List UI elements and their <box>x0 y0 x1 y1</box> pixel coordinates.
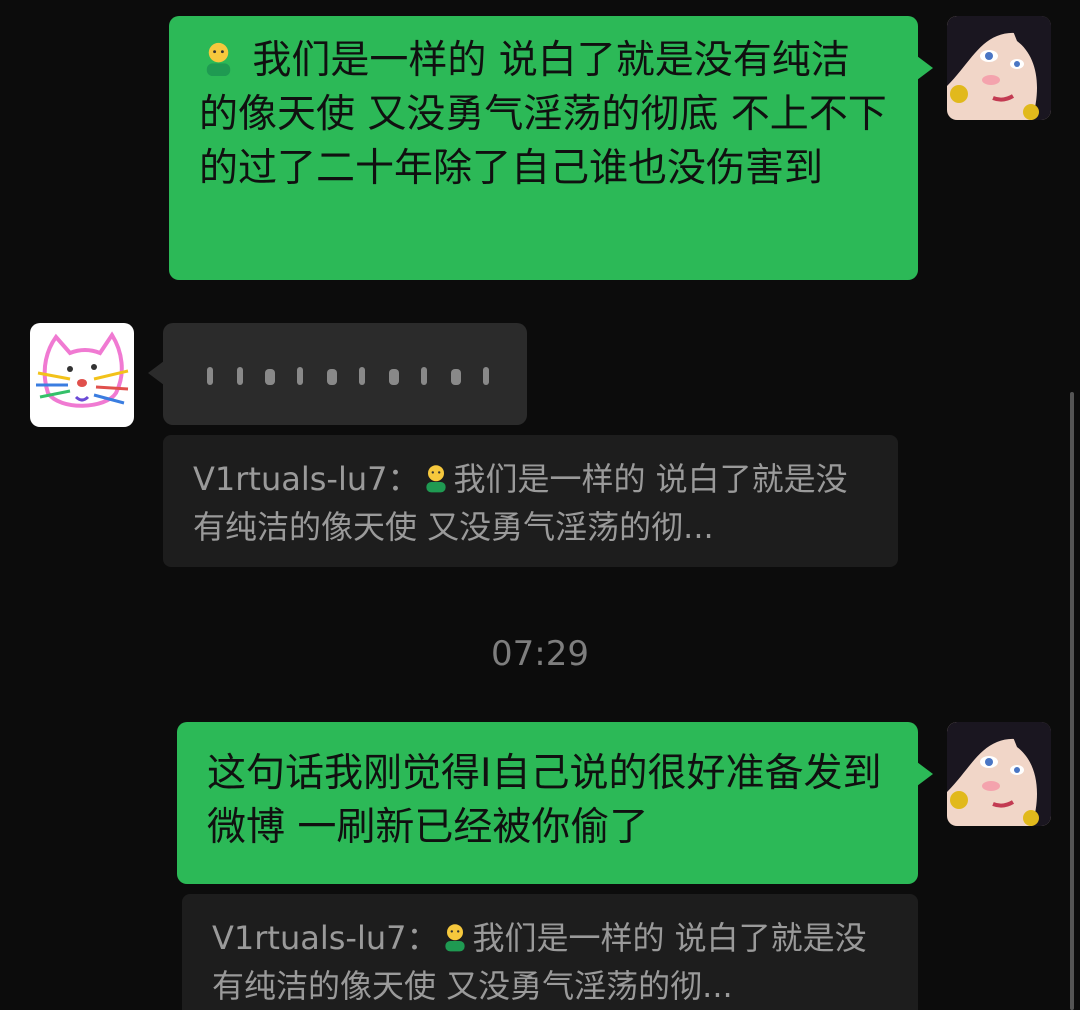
user-avatar[interactable] <box>947 722 1051 826</box>
anime-woman-avatar-icon <box>947 722 1051 826</box>
chat-window: 我们是一样的 说白了就是没有纯洁的像天使 又没勇气淫荡的彻底 不上不下的过了二十… <box>0 0 1080 1010</box>
message-bubble-outgoing[interactable]: 这句话我刚觉得I自己说的很好准备发到微博 一刷新已经被你偷了 <box>177 722 933 884</box>
quote-separator: ： <box>387 460 420 498</box>
quote-sender: V1rtuals-lu7 <box>212 919 407 957</box>
message-text: 我们是一样的 说白了就是没有纯洁的像天使 又没勇气淫荡的彻底 不上不下的过了二十… <box>199 38 887 191</box>
cat-doodle-avatar-icon <box>30 323 134 427</box>
contact-avatar[interactable] <box>30 323 134 427</box>
message-text: 这句话我刚觉得I自己说的很好准备发到微博 一刷新已经被你偷了 <box>207 751 882 850</box>
person-emoji-icon <box>199 38 252 83</box>
quoted-message[interactable]: V1rtuals-lu7： 我们是一样的 说白了就是没有纯洁的像天使 又没勇气淫荡… <box>182 894 918 1010</box>
quoted-message[interactable]: V1rtuals-lu7： 我们是一样的 说白了就是没有纯洁的像天使 又没勇气淫荡… <box>163 435 898 567</box>
voice-message-bubble[interactable] <box>148 323 527 425</box>
message-bubble-outgoing[interactable]: 我们是一样的 说白了就是没有纯洁的像天使 又没勇气淫荡的彻底 不上不下的过了二十… <box>169 16 933 280</box>
person-emoji-icon <box>439 919 473 957</box>
quote-sender: V1rtuals-lu7 <box>193 460 388 498</box>
timestamp: 07:29 <box>491 634 589 674</box>
blurred-content-icon <box>207 367 489 385</box>
anime-woman-avatar-icon <box>947 16 1051 120</box>
scrollbar[interactable] <box>1070 392 1074 1010</box>
user-avatar[interactable] <box>947 16 1051 120</box>
person-emoji-icon <box>420 460 454 498</box>
quote-separator: ： <box>406 919 439 957</box>
